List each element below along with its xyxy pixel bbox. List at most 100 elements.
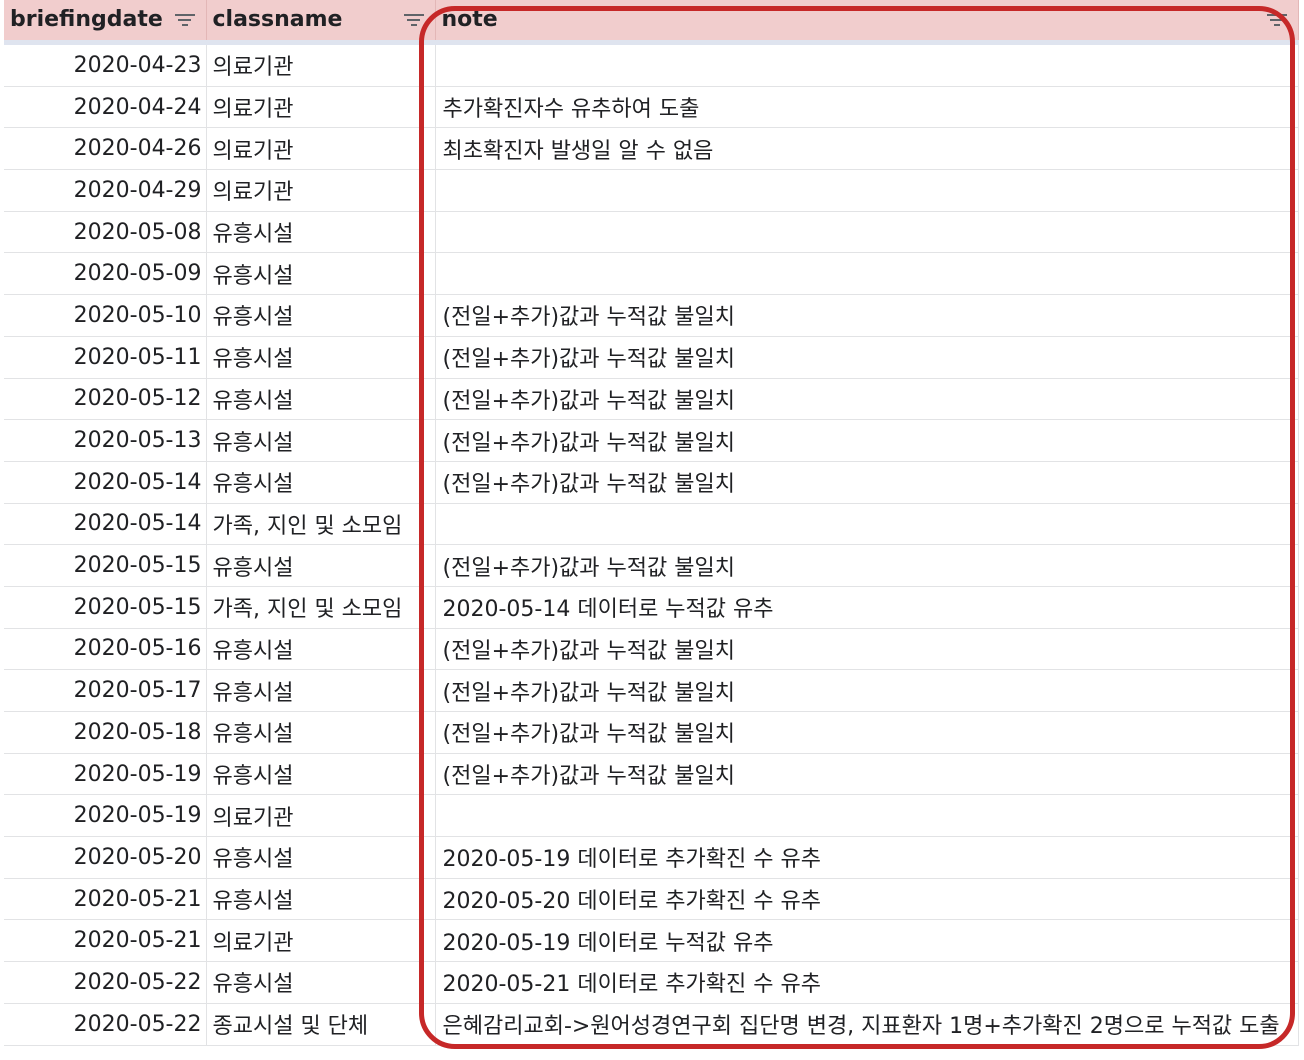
cell-briefingdate[interactable]: 2020-05-14 — [4, 461, 207, 504]
cell-classname[interactable]: 유흥시설 — [206, 461, 436, 504]
table-row: 2020-05-18 유흥시설 (전일+추가)값과 누적값 불일치 — [4, 711, 1299, 754]
column-header-label: classname — [212, 7, 343, 32]
table-row: 2020-05-14 유흥시설 (전일+추가)값과 누적값 불일치 — [4, 461, 1299, 504]
cell-briefingdate[interactable]: 2020-05-13 — [4, 419, 207, 462]
cell-briefingdate[interactable]: 2020-04-29 — [4, 169, 207, 212]
table-row: 2020-04-29 의료기관 — [4, 169, 1299, 212]
cell-note[interactable]: (전일+추가)값과 누적값 불일치 — [435, 669, 1299, 712]
cell-note[interactable]: (전일+추가)값과 누적값 불일치 — [435, 378, 1299, 421]
cell-classname[interactable]: 가족, 지인 및 소모임 — [206, 503, 436, 546]
cell-classname[interactable]: 의료기관 — [206, 794, 436, 838]
cell-note[interactable]: 2020-05-19 데이터로 추가확진 수 유추 — [435, 836, 1299, 879]
cell-briefingdate[interactable]: 2020-05-17 — [4, 669, 207, 712]
cell-briefingdate[interactable]: 2020-05-12 — [4, 378, 207, 421]
cell-briefingdate[interactable]: 2020-05-15 — [4, 544, 207, 587]
cell-note[interactable] — [435, 42, 1299, 87]
cell-classname[interactable]: 유흥시설 — [206, 252, 436, 296]
cell-classname[interactable]: 유흥시설 — [206, 336, 436, 379]
table-row: 2020-04-26 의료기관 최초확진자 발생일 알 수 없음 — [4, 127, 1299, 171]
cell-classname[interactable]: 유흥시설 — [206, 961, 436, 1004]
cell-classname[interactable]: 의료기관 — [206, 42, 436, 87]
table-row: 2020-05-09 유흥시설 — [4, 252, 1299, 296]
cell-briefingdate[interactable]: 2020-05-21 — [4, 878, 207, 921]
table-row: 2020-05-15 유흥시설 (전일+추가)값과 누적값 불일치 — [4, 544, 1299, 587]
table-row: 2020-04-23 의료기관 — [4, 42, 1299, 87]
table-row: 2020-05-19 의료기관 — [4, 794, 1299, 838]
cell-note[interactable]: (전일+추가)값과 누적값 불일치 — [435, 628, 1299, 671]
spreadsheet-grid: briefingdate classname note 2020-04-23 의료… — [0, 0, 1304, 1060]
header-row: briefingdate classname note — [4, 0, 1299, 45]
filter-icon[interactable] — [403, 14, 425, 28]
cell-note[interactable]: (전일+추가)값과 누적값 불일치 — [435, 294, 1299, 337]
cell-note[interactable]: (전일+추가)값과 누적값 불일치 — [435, 461, 1299, 504]
cell-note[interactable]: 2020-05-20 데이터로 추가확진 수 유추 — [435, 878, 1299, 921]
cell-note[interactable] — [435, 169, 1299, 212]
cell-note[interactable] — [435, 794, 1299, 838]
table-row: 2020-04-24 의료기관 추가확진자수 유추하여 도출 — [4, 86, 1299, 129]
cell-briefingdate[interactable]: 2020-05-15 — [4, 586, 207, 629]
table-row: 2020-05-21 의료기관 2020-05-19 데이터로 누적값 유추 — [4, 919, 1299, 963]
cell-note[interactable]: (전일+추가)값과 누적값 불일치 — [435, 419, 1299, 462]
cell-classname[interactable]: 유흥시설 — [206, 378, 436, 421]
table-row: 2020-05-22 종교시설 및 단체 은혜감리교회->원어성경연구회 집단명 변… — [4, 1003, 1299, 1046]
cell-briefingdate[interactable]: 2020-05-19 — [4, 753, 207, 796]
cell-classname[interactable]: 유흥시설 — [206, 294, 436, 337]
column-header-label: briefingdate — [10, 7, 163, 32]
cell-note[interactable]: 은혜감리교회->원어성경연구회 집단명 변경, 지표환자 1명+추가확진 2명으… — [435, 1003, 1299, 1046]
cell-note[interactable]: 최초확진자 발생일 알 수 없음 — [435, 127, 1299, 171]
column-header-briefingdate[interactable]: briefingdate — [4, 0, 207, 45]
cell-classname[interactable]: 유흥시설 — [206, 836, 436, 879]
cell-briefingdate[interactable]: 2020-05-08 — [4, 211, 207, 254]
data-table: briefingdate classname note 2020-04-23 의료… — [4, 0, 1299, 1046]
cell-briefingdate[interactable]: 2020-05-16 — [4, 628, 207, 671]
cell-note[interactable]: (전일+추가)값과 누적값 불일치 — [435, 711, 1299, 754]
cell-classname[interactable]: 종교시설 및 단체 — [206, 1003, 436, 1046]
cell-classname[interactable]: 의료기관 — [206, 86, 436, 129]
table-row: 2020-05-12 유흥시설 (전일+추가)값과 누적값 불일치 — [4, 378, 1299, 421]
cell-note[interactable]: 2020-05-21 데이터로 추가확진 수 유추 — [435, 961, 1299, 1004]
cell-briefingdate[interactable]: 2020-04-23 — [4, 42, 207, 87]
cell-briefingdate[interactable]: 2020-05-11 — [4, 336, 207, 379]
cell-note[interactable] — [435, 211, 1299, 254]
cell-note[interactable]: (전일+추가)값과 누적값 불일치 — [435, 753, 1299, 796]
cell-note[interactable] — [435, 503, 1299, 546]
cell-classname[interactable]: 유흥시설 — [206, 211, 436, 254]
cell-briefingdate[interactable]: 2020-04-26 — [4, 127, 207, 171]
table-row: 2020-05-19 유흥시설 (전일+추가)값과 누적값 불일치 — [4, 753, 1299, 796]
cell-note[interactable]: 추가확진자수 유추하여 도출 — [435, 86, 1299, 129]
cell-classname[interactable]: 유흥시설 — [206, 669, 436, 712]
table-row: 2020-05-13 유흥시설 (전일+추가)값과 누적값 불일치 — [4, 419, 1299, 462]
table-row: 2020-05-11 유흥시설 (전일+추가)값과 누적값 불일치 — [4, 336, 1299, 379]
cell-briefingdate[interactable]: 2020-04-24 — [4, 86, 207, 129]
column-header-note[interactable]: note — [435, 0, 1299, 45]
cell-briefingdate[interactable]: 2020-05-21 — [4, 919, 207, 963]
table-row: 2020-05-15 가족, 지인 및 소모임 2020-05-14 데이터로 누적… — [4, 586, 1299, 629]
cell-briefingdate[interactable]: 2020-05-09 — [4, 252, 207, 296]
cell-note[interactable]: 2020-05-14 데이터로 누적값 유추 — [435, 586, 1299, 629]
table-row: 2020-05-08 유흥시설 — [4, 211, 1299, 254]
filter-icon[interactable] — [174, 14, 196, 28]
cell-classname[interactable]: 의료기관 — [206, 127, 436, 171]
cell-briefingdate[interactable]: 2020-05-22 — [4, 961, 207, 1004]
cell-briefingdate[interactable]: 2020-05-22 — [4, 1003, 207, 1046]
cell-note[interactable]: (전일+추가)값과 누적값 불일치 — [435, 544, 1299, 587]
cell-classname[interactable]: 유흥시설 — [206, 544, 436, 587]
cell-note[interactable] — [435, 252, 1299, 296]
cell-classname[interactable]: 유흥시설 — [206, 419, 436, 462]
filter-icon[interactable] — [1266, 14, 1288, 28]
cell-classname[interactable]: 의료기관 — [206, 919, 436, 963]
cell-classname[interactable]: 유흥시설 — [206, 753, 436, 796]
cell-briefingdate[interactable]: 2020-05-18 — [4, 711, 207, 754]
cell-briefingdate[interactable]: 2020-05-10 — [4, 294, 207, 337]
cell-classname[interactable]: 유흥시설 — [206, 878, 436, 921]
cell-classname[interactable]: 유흥시설 — [206, 628, 436, 671]
column-header-classname[interactable]: classname — [206, 0, 436, 45]
cell-note[interactable]: (전일+추가)값과 누적값 불일치 — [435, 336, 1299, 379]
cell-briefingdate[interactable]: 2020-05-19 — [4, 794, 207, 838]
cell-briefingdate[interactable]: 2020-05-14 — [4, 503, 207, 546]
cell-classname[interactable]: 유흥시설 — [206, 711, 436, 754]
cell-briefingdate[interactable]: 2020-05-20 — [4, 836, 207, 879]
cell-note[interactable]: 2020-05-19 데이터로 누적값 유추 — [435, 919, 1299, 963]
cell-classname[interactable]: 가족, 지인 및 소모임 — [206, 586, 436, 629]
cell-classname[interactable]: 의료기관 — [206, 169, 436, 212]
